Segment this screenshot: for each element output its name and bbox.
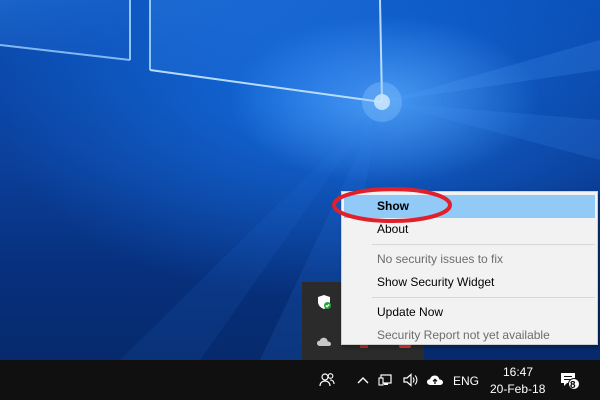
shield-check-icon[interactable] bbox=[316, 294, 332, 310]
menu-item-about[interactable]: About bbox=[342, 218, 597, 241]
menu-item-show-security-widget[interactable]: Show Security Widget bbox=[342, 271, 597, 294]
menu-separator bbox=[372, 297, 595, 298]
cloud-icon[interactable] bbox=[316, 334, 332, 350]
menu-item-show[interactable]: Show bbox=[344, 195, 595, 218]
menu-item-status: No security issues to fix bbox=[377, 252, 504, 266]
menu-item-update-now[interactable]: Update Now bbox=[342, 301, 597, 324]
chevron-up-icon[interactable] bbox=[354, 371, 372, 389]
onedrive-icon[interactable] bbox=[426, 371, 444, 389]
notification-count-badge: 8 bbox=[570, 380, 576, 391]
clock-date[interactable]: 20-Feb-18 bbox=[490, 382, 545, 396]
taskbar: ENG 16:47 20-Feb-18 8 bbox=[0, 360, 600, 400]
menu-separator bbox=[372, 244, 595, 245]
people-icon[interactable] bbox=[318, 371, 336, 389]
clock-time[interactable]: 16:47 bbox=[503, 365, 533, 379]
volume-icon[interactable] bbox=[402, 371, 420, 389]
language-indicator[interactable]: ENG bbox=[453, 374, 479, 388]
network-icon[interactable] bbox=[378, 371, 396, 389]
context-menu: Show About No security issues to fix Sho… bbox=[341, 191, 598, 345]
menu-item-security-report: Security Report not yet available bbox=[377, 328, 550, 342]
